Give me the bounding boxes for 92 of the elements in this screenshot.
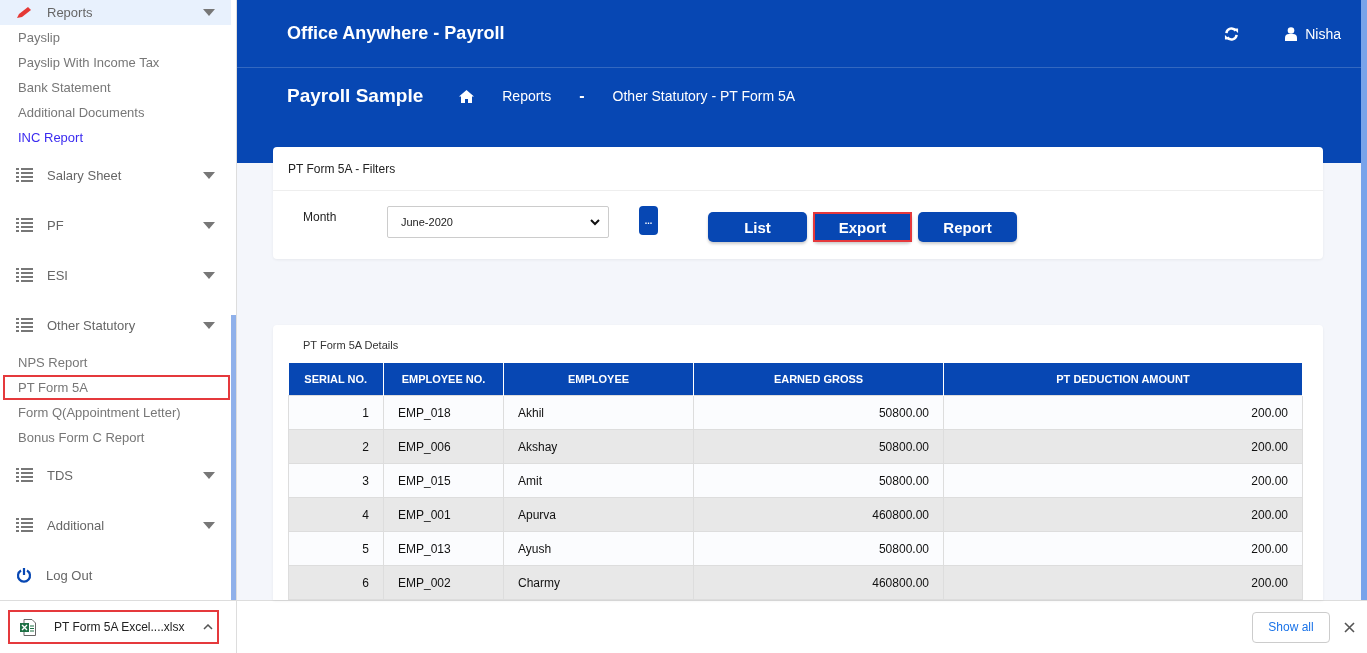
table-cell: 3: [288, 463, 384, 498]
user-name[interactable]: Nisha: [1305, 25, 1341, 42]
table-cell: 200.00: [943, 463, 1303, 498]
column-header[interactable]: EARNED GROSS: [693, 363, 944, 396]
table-cell: EMP_015: [383, 463, 504, 498]
scrollbar[interactable]: [1361, 0, 1367, 600]
list-icon: [16, 518, 33, 532]
table-cell: 200.00: [943, 565, 1303, 600]
action-button[interactable]: List: [708, 212, 807, 243]
sidebar-group[interactable]: Reports: [0, 0, 231, 25]
breadcrumb-separator: -: [579, 87, 585, 105]
table-cell: 4: [288, 497, 384, 532]
table-cell: EMP_002: [383, 565, 504, 600]
breadcrumb-link[interactable]: Reports: [502, 88, 552, 104]
sidebar-group[interactable]: Other Statutory: [0, 300, 231, 350]
sidebar-link[interactable]: Bank Statement: [3, 75, 230, 100]
sidebar-link[interactable]: Bonus Form C Report: [3, 425, 230, 450]
app-title: Office Anywhere - Payroll: [287, 23, 506, 44]
action-button[interactable]: Export: [813, 212, 912, 243]
table-cell: 50800.00: [693, 463, 944, 498]
card-title: PT Form 5A - Filters: [288, 161, 396, 176]
sidebar-link[interactable]: PT Form 5A: [3, 375, 230, 400]
sidebar-group[interactable]: TDS: [0, 450, 231, 500]
user-icon[interactable]: [1285, 26, 1298, 41]
table-cell: 50800.00: [693, 531, 944, 566]
logout-item[interactable]: Log Out: [0, 550, 231, 600]
table-cell: 200.00: [943, 531, 1303, 566]
download-item[interactable]: PT Form 5A Excel....xlsx: [8, 610, 219, 644]
table-cell: 50800.00: [693, 395, 944, 430]
table-cell: 2: [288, 429, 384, 464]
table-cell: EMP_006: [383, 429, 504, 464]
table-cell: Apurva: [503, 497, 694, 532]
card-title: PT Form 5A Details: [302, 338, 400, 353]
sidebar-link[interactable]: INC Report: [3, 125, 230, 150]
list-icon: [16, 168, 33, 182]
table-cell: 5: [288, 531, 384, 566]
pencil-icon: [16, 6, 33, 19]
caret-up-icon: [203, 624, 213, 630]
table-cell: Charmy: [503, 565, 694, 600]
sidebar-link[interactable]: Payslip: [3, 25, 230, 50]
company-name: Payroll Sample: [287, 85, 424, 107]
home-icon[interactable]: [459, 89, 475, 103]
column-header[interactable]: SERIAL NO.: [288, 363, 384, 396]
chevron-down-icon: [590, 218, 600, 226]
sidebar-link[interactable]: NPS Report: [3, 350, 230, 375]
column-header[interactable]: EMPLOYEE NO.: [383, 363, 504, 396]
field-label: Month: [303, 210, 338, 225]
list-icon: [16, 318, 33, 332]
table-cell: Amit: [503, 463, 694, 498]
sidebar-group[interactable]: ESI: [0, 250, 231, 300]
sidebar-link[interactable]: Payslip With Income Tax: [3, 50, 230, 75]
table-cell: EMP_013: [383, 531, 504, 566]
table-cell: Akhil: [503, 395, 694, 430]
list-icon: [16, 468, 33, 482]
list-icon: [16, 218, 33, 232]
sidebar-group[interactable]: Salary Sheet: [0, 150, 231, 200]
table-cell: 460800.00: [693, 497, 944, 532]
sidebar-link[interactable]: Additional Documents: [3, 100, 230, 125]
caret-down-icon: [203, 321, 215, 329]
column-header[interactable]: EMPLOYEE: [503, 363, 694, 396]
table-cell: Akshay: [503, 429, 694, 464]
sidebar-group[interactable]: PF: [0, 200, 231, 250]
close-icon[interactable]: [1344, 621, 1355, 633]
table-cell: 200.00: [943, 497, 1303, 532]
table-cell: 1: [288, 395, 384, 430]
table-cell: 200.00: [943, 395, 1303, 430]
caret-down-icon: [203, 471, 215, 479]
caret-down-icon: [203, 171, 215, 179]
caret-down-icon: [203, 271, 215, 279]
scrollbar-thumb[interactable]: [231, 315, 236, 600]
caret-down-icon: [203, 221, 215, 229]
power-icon: [16, 567, 32, 583]
breadcrumb-link[interactable]: Other Statutory - PT Form 5A: [612, 88, 796, 104]
table-cell: 200.00: [943, 429, 1303, 464]
table-cell: 50800.00: [693, 429, 944, 464]
refresh-icon[interactable]: [1224, 26, 1240, 41]
table-cell: 460800.00: [693, 565, 944, 600]
more-button[interactable]: ...: [639, 206, 658, 236]
table-cell: Ayush: [503, 531, 694, 566]
action-button[interactable]: Report: [918, 212, 1017, 243]
caret-down-icon: [203, 521, 215, 529]
caret-down-icon: [203, 9, 215, 16]
spreadsheet-file-icon: [20, 618, 36, 636]
month-dropdown[interactable]: June-2020: [387, 206, 609, 239]
sidebar-link[interactable]: Form Q(Appointment Letter): [3, 400, 230, 425]
table-cell: EMP_001: [383, 497, 504, 532]
table-cell: 6: [288, 565, 384, 600]
list-icon: [16, 268, 33, 282]
column-header[interactable]: PT DEDUCTION AMOUNT: [943, 363, 1303, 396]
table-cell: EMP_018: [383, 395, 504, 430]
show-all-button[interactable]: Show all: [1252, 611, 1330, 643]
sidebar-group[interactable]: Additional: [0, 500, 231, 550]
